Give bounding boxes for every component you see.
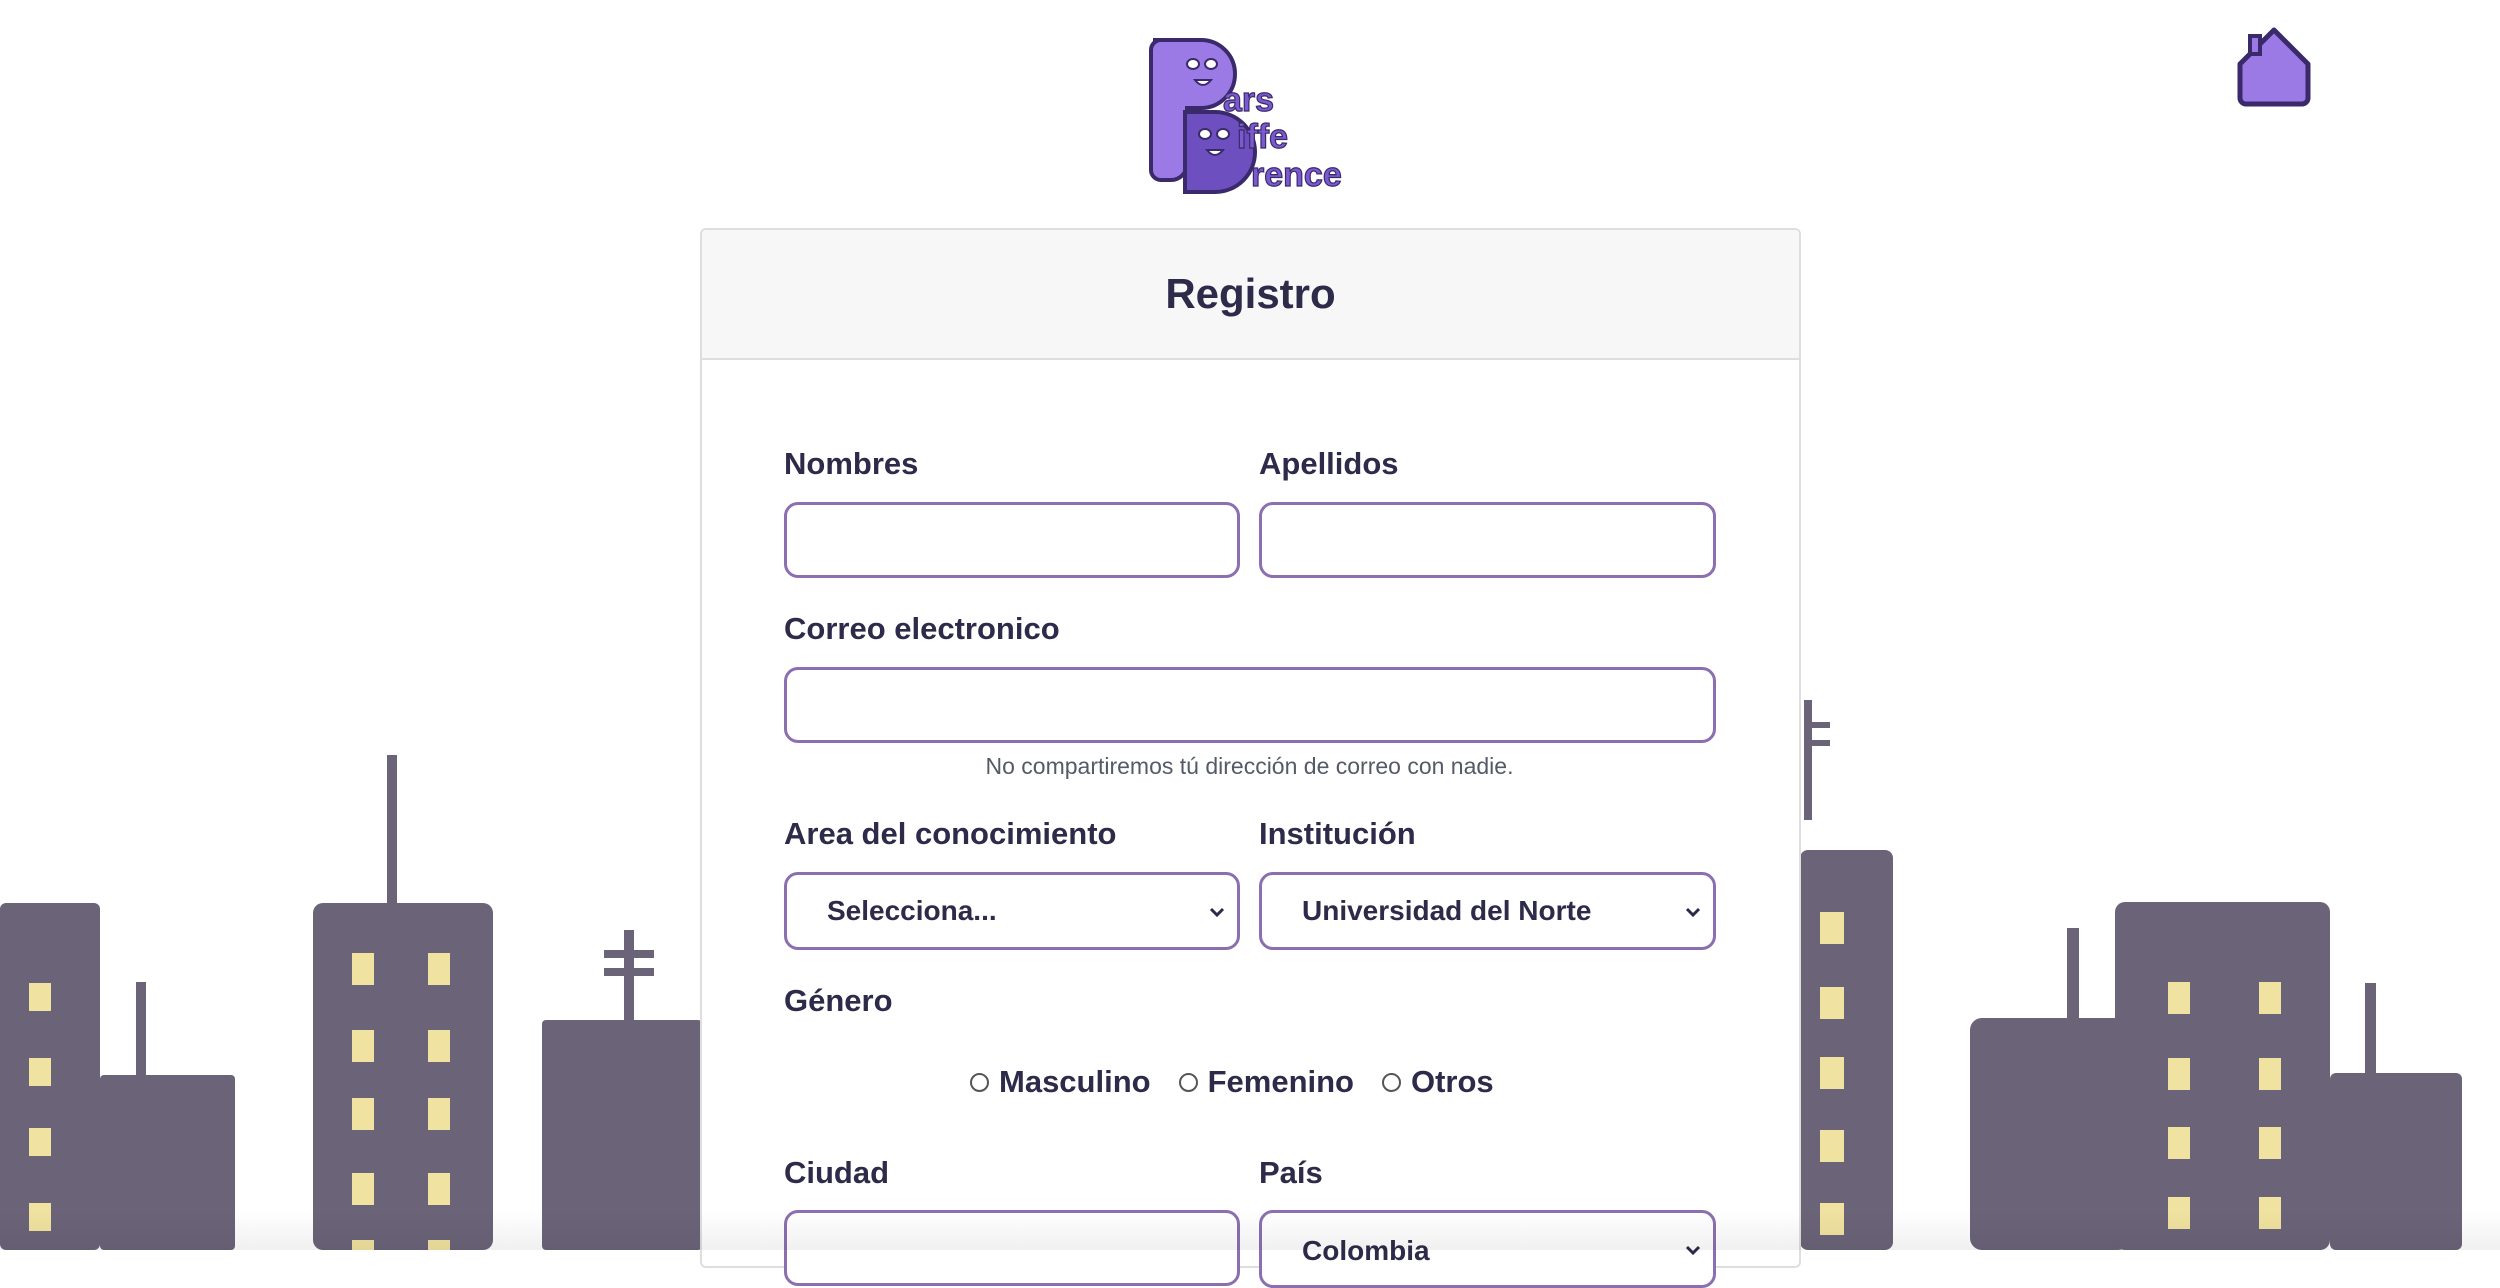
card-header: Registro bbox=[702, 230, 1799, 360]
genero-radio-group: Masculino Femenino Otros bbox=[970, 1064, 1522, 1100]
area-select[interactable]: Selecciona... bbox=[784, 872, 1240, 950]
institucion-label: Institución bbox=[1259, 816, 1416, 851]
radio-otros[interactable]: Otros bbox=[1382, 1064, 1494, 1100]
apellidos-label: Apellidos bbox=[1259, 446, 1399, 481]
genero-label: Género bbox=[784, 983, 893, 1018]
registration-card: Registro bbox=[700, 228, 1801, 1268]
home-icon bbox=[2237, 27, 2311, 107]
pars-difference-logo[interactable]: ars iffe rence bbox=[1145, 36, 1355, 195]
nombres-input[interactable] bbox=[784, 502, 1240, 578]
institucion-select-value: Universidad del Norte bbox=[1302, 895, 1592, 926]
svg-text:iffe: iffe bbox=[1237, 118, 1288, 156]
radio-circle[interactable] bbox=[1382, 1072, 1401, 1092]
radio-circle[interactable] bbox=[1178, 1072, 1198, 1092]
radio-label: Masculino bbox=[999, 1064, 1151, 1099]
svg-text:rence: rence bbox=[1251, 156, 1342, 194]
page-title: Registro bbox=[1165, 270, 1336, 317]
apellidos-input[interactable] bbox=[1259, 502, 1716, 578]
nombres-label: Nombres bbox=[784, 446, 919, 481]
radio-circle[interactable] bbox=[970, 1072, 989, 1092]
chevron-down-icon bbox=[1209, 907, 1225, 918]
institucion-select[interactable]: Universidad del Norte bbox=[1259, 872, 1716, 950]
ciudad-label: Ciudad bbox=[784, 1155, 890, 1190]
home-button[interactable] bbox=[2236, 26, 2312, 108]
bottom-shadow bbox=[0, 1210, 2500, 1250]
pais-label: País bbox=[1259, 1155, 1323, 1190]
radio-label: Femenino bbox=[1207, 1064, 1354, 1099]
svg-text:ars: ars bbox=[1223, 81, 1274, 119]
radio-femenino[interactable]: Femenino bbox=[1178, 1064, 1354, 1100]
area-label: Area del conocimiento bbox=[784, 816, 1117, 851]
email-field[interactable] bbox=[784, 667, 1716, 743]
area-select-value: Selecciona... bbox=[827, 895, 997, 926]
radio-masculino[interactable]: Masculino bbox=[970, 1064, 1151, 1100]
radio-label: Otros bbox=[1411, 1064, 1494, 1099]
correo-label: Correo electronico bbox=[784, 611, 1060, 646]
email-help-text: No compartiremos tú dirección de correo … bbox=[985, 753, 1514, 779]
chevron-down-icon bbox=[1685, 907, 1701, 918]
